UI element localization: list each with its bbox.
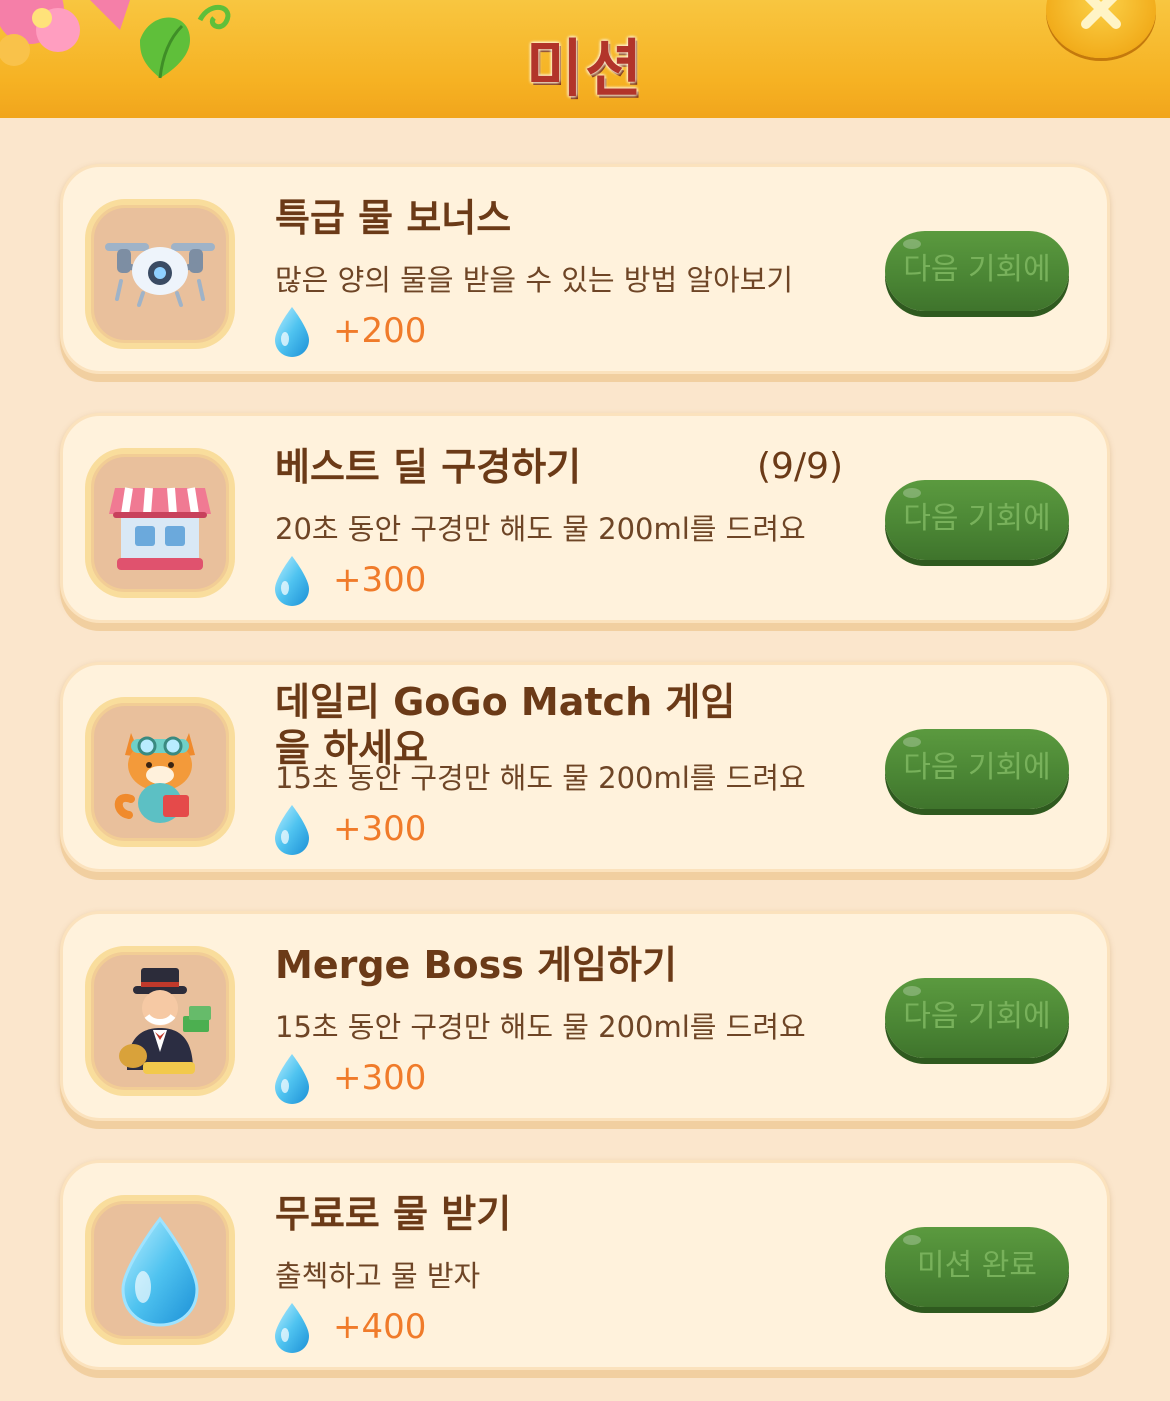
mission-complete-button[interactable]: 미션 완료	[885, 1227, 1069, 1307]
mission-title: 특급 물 보너스	[275, 196, 512, 240]
mission-card: 데일리 GoGo Match 게임을 하세요 15초 동안 구경만 해도 물 2…	[60, 662, 1110, 872]
mission-reward: +300	[333, 809, 427, 849]
water-drop-icon	[121, 1216, 199, 1327]
next-chance-button[interactable]: 다음 기회에	[885, 729, 1069, 809]
water-drop-icon	[271, 1301, 313, 1355]
mission-description: 출첵하고 물 받자	[275, 1259, 481, 1293]
mission-progress: (9/9)	[757, 446, 844, 487]
mission-description: 15초 동안 구경만 해도 물 200ml를 드려요	[275, 761, 806, 795]
drone-icon	[105, 243, 215, 307]
water-drop-icon	[271, 1052, 313, 1106]
mission-reward: +300	[333, 560, 427, 600]
mission-icon-box	[85, 1195, 235, 1345]
mission-title: 베스트 딜 구경하기	[275, 445, 582, 489]
mission-panel: 특급 물 보너스 많은 양의 물을 받을 수 있는 방법 알아보기 +200 다…	[0, 118, 1170, 1401]
next-chance-button[interactable]: 다음 기회에	[885, 231, 1069, 311]
close-icon	[1081, 0, 1121, 29]
mission-title: 무료로 물 받기	[275, 1192, 512, 1236]
shop-icon	[109, 487, 211, 570]
mission-description: 많은 양의 물을 받을 수 있는 방법 알아보기	[275, 263, 794, 297]
mission-icon-box	[85, 199, 235, 349]
mission-icon-box	[85, 946, 235, 1096]
water-drop-icon	[271, 554, 313, 608]
water-drop-icon	[271, 305, 313, 359]
water-drop-icon	[271, 803, 313, 857]
mission-description: 15초 동안 구경만 해도 물 200ml를 드려요	[275, 1010, 806, 1044]
next-chance-button[interactable]: 다음 기회에	[885, 480, 1069, 560]
page-title: 미션	[525, 32, 645, 105]
mission-description: 20초 동안 구경만 해도 물 200ml를 드려요	[275, 512, 806, 546]
mission-card: 특급 물 보너스 많은 양의 물을 받을 수 있는 방법 알아보기 +200 다…	[60, 164, 1110, 374]
mission-icon-box	[85, 697, 235, 847]
mission-card: 베스트 딜 구경하기 (9/9) 20초 동안 구경만 해도 물 200ml를 …	[60, 413, 1110, 623]
mission-title: Merge Boss 게임하기	[275, 943, 677, 987]
mission-card: Merge Boss 게임하기 15초 동안 구경만 해도 물 200ml를 드…	[60, 911, 1110, 1121]
next-chance-button[interactable]: 다음 기회에	[885, 978, 1069, 1058]
mission-reward: +300	[333, 1058, 427, 1098]
mission-reward: +400	[333, 1307, 427, 1347]
header-bar: 미션	[0, 0, 1170, 124]
boss-character-icon	[119, 968, 211, 1074]
mission-reward: +200	[333, 311, 427, 351]
mission-card: 무료로 물 받기 출첵하고 물 받자 +400 미션 완료	[60, 1160, 1110, 1370]
mission-icon-box	[85, 448, 235, 598]
fox-character-icon	[114, 733, 195, 823]
